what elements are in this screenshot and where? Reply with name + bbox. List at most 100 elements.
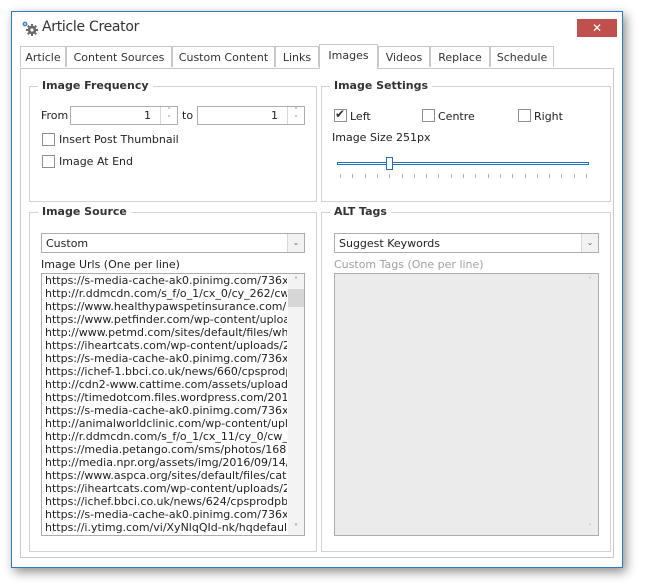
- image-size-label: Image Size 251px: [332, 131, 431, 144]
- slider-tick: [413, 174, 415, 178]
- chevron-up-icon: ˄: [294, 276, 298, 285]
- tab-content-sources[interactable]: Content Sources: [66, 46, 172, 67]
- chevron-up-icon: ˄: [294, 107, 298, 115]
- chevron-down-icon: ⌄: [581, 234, 598, 252]
- tab-links[interactable]: Links: [275, 46, 319, 67]
- align-left-label: Left: [350, 110, 371, 123]
- chevron-up-icon: ˄: [167, 107, 171, 115]
- from-spinner[interactable]: 1 ˄ ˅: [70, 106, 178, 125]
- slider-tick: [340, 174, 341, 178]
- to-spinner-buttons: ˄ ˅: [287, 107, 304, 124]
- slider-tick: [512, 174, 514, 178]
- image-url-line: http://r.ddmcdn.com/s_f/o_1/cx_0/cy_262/…: [45, 287, 287, 300]
- image-source-selected: Custom: [46, 237, 89, 250]
- tab-article[interactable]: Article: [20, 46, 66, 67]
- tab-schedule[interactable]: Schedule: [490, 46, 554, 67]
- slider-tick: [536, 174, 538, 178]
- tab-custom-content[interactable]: Custom Content: [172, 46, 275, 67]
- align-right-label: Right: [534, 110, 563, 123]
- image-url-line: http://media.npr.org/assets/img/2016/09/…: [45, 456, 287, 469]
- to-decrement-button[interactable]: ˅: [288, 115, 304, 123]
- image-url-line: https://s-media-cache-ak0.pinimg.com/736…: [45, 404, 287, 417]
- scroll-down-button[interactable]: ˅: [582, 521, 598, 535]
- gears-icon: [22, 21, 38, 36]
- align-right-checkbox[interactable]: [518, 109, 531, 122]
- image-settings-title: Image Settings: [330, 79, 433, 92]
- scroll-up-button[interactable]: ˄: [288, 274, 304, 288]
- image-frequency-title: Image Frequency: [38, 79, 153, 92]
- image-at-end-label: Image At End: [59, 155, 133, 168]
- align-centre-label: Centre: [438, 110, 475, 123]
- insert-post-thumbnail-checkbox[interactable]: [42, 133, 55, 146]
- image-url-line: https://iheartcats.com/wp-content/upload…: [45, 482, 287, 495]
- tab-replace[interactable]: Replace: [430, 46, 490, 67]
- slider-tick: [487, 174, 489, 178]
- slider-tick: [573, 174, 575, 178]
- image-url-line: https://www.aspca.org/sites/default/file…: [45, 469, 287, 482]
- slider-tick: [352, 174, 354, 178]
- from-spinner-buttons: ˄ ˅: [160, 107, 177, 124]
- custom-tags-scrollbar[interactable]: ˄ ˅: [582, 274, 598, 535]
- window-title: Article Creator: [42, 19, 140, 35]
- custom-tags-label: Custom Tags (One per line): [334, 258, 484, 271]
- tab-videos[interactable]: Videos: [378, 46, 430, 67]
- custom-tags-textarea[interactable]: ˄ ˅: [334, 273, 599, 536]
- chevron-down-icon: ˅: [294, 115, 298, 123]
- image-size-slider[interactable]: [337, 157, 589, 187]
- align-centre-checkbox[interactable]: [422, 109, 435, 122]
- slider-tick: [426, 174, 428, 178]
- slider-tick: [401, 174, 403, 178]
- image-urls-label: Image Urls (One per line): [41, 258, 180, 271]
- tab-images[interactable]: Images: [319, 44, 378, 69]
- image-url-line: http://r.ddmcdn.com/s_f/o_1/cx_11/cy_0/c…: [45, 430, 287, 443]
- to-increment-button[interactable]: ˄: [288, 107, 304, 115]
- image-source-dropdown[interactable]: Custom ⌄: [41, 233, 305, 253]
- image-url-line: https://s-media-cache-ak0.pinimg.com/736…: [45, 508, 287, 521]
- from-decrement-button[interactable]: ˅: [161, 115, 177, 123]
- check-icon: ✔: [335, 107, 346, 121]
- alt-tags-title: ALT Tags: [330, 205, 391, 218]
- image-source-title: Image Source: [38, 205, 131, 218]
- close-button[interactable]: ✕: [577, 19, 617, 37]
- image-settings-group: Image Settings ✔ Left Centre Right Image…: [321, 79, 611, 202]
- slider-tick: [475, 174, 477, 178]
- insert-post-thumbnail-label: Insert Post Thumbnail: [59, 133, 179, 146]
- slider-tick: [438, 174, 440, 178]
- slider-tick: [364, 174, 366, 178]
- slider-tick: [463, 174, 464, 178]
- image-urls-textarea[interactable]: https://s-media-cache-ak0.pinimg.com/736…: [41, 273, 305, 536]
- images-tab-panel: Image Frequency From 1 ˄ ˅ to 1 ˄ ˅ Inse…: [20, 68, 614, 558]
- image-at-end-checkbox[interactable]: [42, 155, 55, 168]
- scrollbar-thumb[interactable]: [288, 289, 304, 307]
- chevron-down-icon: ˅: [294, 523, 298, 532]
- to-label: to: [182, 109, 194, 122]
- image-url-line: https://timedotcom.files.wordpress.com/2…: [45, 391, 287, 404]
- slider-tick: [376, 174, 378, 178]
- image-url-line: https://www.petfinder.com/wp-content/upl…: [45, 313, 287, 326]
- chevron-down-icon: ˅: [588, 523, 592, 532]
- scroll-up-button[interactable]: ˄: [582, 274, 598, 288]
- image-url-line: https://ichef-1.bbci.co.uk/news/660/cpsp…: [45, 365, 287, 378]
- image-source-group: Image Source Custom ⌄ Image Urls (One pe…: [29, 205, 317, 552]
- to-spinner[interactable]: 1 ˄ ˅: [197, 106, 305, 125]
- alt-tags-mode-dropdown[interactable]: Suggest Keywords ⌄: [334, 233, 599, 253]
- to-value: 1: [271, 109, 278, 122]
- image-url-line: https://iheartcats.com/wp-content/upload…: [45, 339, 287, 352]
- image-url-line: https://s-media-cache-ak0.pinimg.com/736…: [45, 274, 287, 287]
- chevron-up-icon: ˄: [588, 276, 592, 285]
- image-url-line: https://media.petango.com/sms/photos/168…: [45, 443, 287, 456]
- close-icon: ✕: [591, 21, 603, 35]
- image-frequency-group: Image Frequency From 1 ˄ ˅ to 1 ˄ ˅ Inse…: [29, 79, 317, 202]
- alt-tags-group: ALT Tags Suggest Keywords ⌄ Custom Tags …: [321, 205, 611, 552]
- slider-track[interactable]: [337, 162, 589, 165]
- image-urls-lines: https://s-media-cache-ak0.pinimg.com/736…: [45, 274, 287, 534]
- slider-tick: [586, 174, 587, 178]
- from-increment-button[interactable]: ˄: [161, 107, 177, 115]
- align-left-checkbox[interactable]: ✔: [334, 107, 347, 122]
- slider-thumb[interactable]: [386, 157, 394, 170]
- image-urls-scrollbar[interactable]: ˄ ˅: [288, 274, 304, 535]
- scroll-down-button[interactable]: ˅: [288, 521, 304, 535]
- image-url-line: https://ichef.bbci.co.uk/news/624/cpspro…: [45, 495, 287, 508]
- from-label: From: [41, 109, 69, 122]
- slider-tick: [389, 174, 391, 178]
